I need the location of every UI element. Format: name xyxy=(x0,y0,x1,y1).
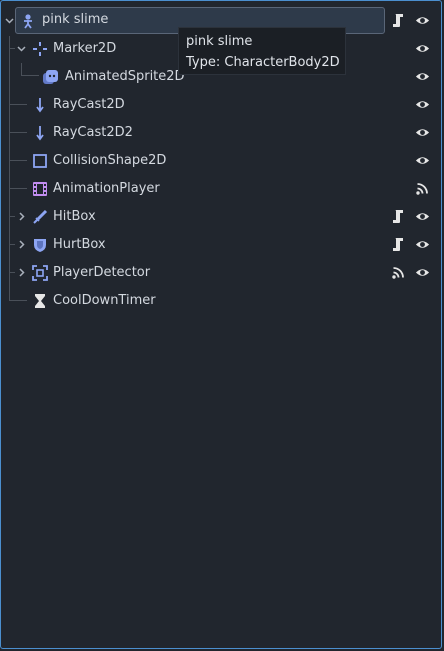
script-icon[interactable] xyxy=(391,209,406,224)
hurtbox-icon xyxy=(34,239,46,252)
node-label: CollisionShape2D xyxy=(53,153,167,168)
tree-row-animation-player[interactable]: AnimationPlayer xyxy=(1,175,443,203)
chevron-down-icon[interactable] xyxy=(4,15,15,26)
script-icon[interactable] xyxy=(391,13,406,28)
node-label: AnimationPlayer xyxy=(53,181,160,196)
visibility-eye-icon[interactable] xyxy=(415,125,430,140)
tree-row-raycast2d[interactable]: RayCast2D xyxy=(1,91,443,119)
node-label: Marker2D xyxy=(53,41,117,56)
node-label: PlayerDetector xyxy=(53,265,151,280)
visibility-eye-icon[interactable] xyxy=(415,237,430,252)
character-body-2d-icon xyxy=(24,14,32,29)
raycast2d-icon xyxy=(36,126,44,141)
visibility-eye-icon[interactable] xyxy=(415,265,430,280)
player-detector-icon xyxy=(32,265,48,281)
timer-icon xyxy=(35,294,45,308)
scene-tree-panel: pink slime Marker2D AnimatedSprite2D Ray… xyxy=(0,0,442,649)
node-label: HurtBox xyxy=(53,237,106,252)
tree-row-hitbox[interactable]: HitBox xyxy=(1,203,443,231)
visibility-eye-icon[interactable] xyxy=(415,209,430,224)
node-label: HitBox xyxy=(53,209,96,224)
visibility-eye-icon[interactable] xyxy=(415,69,430,84)
chevron-right-icon[interactable] xyxy=(16,267,27,278)
raycast2d-icon xyxy=(36,98,44,113)
signal-connections-icon[interactable] xyxy=(392,266,405,279)
visibility-eye-icon[interactable] xyxy=(415,41,430,56)
marker2d-icon xyxy=(33,42,47,56)
signal-connections-icon[interactable] xyxy=(416,182,429,195)
chevron-down-icon[interactable] xyxy=(16,43,27,54)
node-label: AnimatedSprite2D xyxy=(65,69,185,84)
animated-sprite2d-icon xyxy=(43,70,58,84)
tree-row-cooldown-timer[interactable]: CoolDownTimer xyxy=(1,287,443,315)
animation-player-icon xyxy=(33,182,47,196)
root-node-label: pink slime xyxy=(42,12,109,27)
tree-row-raycast2d2[interactable]: RayCast2D2 xyxy=(1,119,443,147)
script-icon[interactable] xyxy=(391,237,406,252)
tree-row-collision-shape2d[interactable]: CollisionShape2D xyxy=(1,147,443,175)
node-tooltip: pink slime Type: CharacterBody2D xyxy=(178,27,346,75)
chevron-right-icon[interactable] xyxy=(16,239,27,250)
tree-row-player-detector[interactable]: PlayerDetector xyxy=(1,259,443,287)
tooltip-node-type: Type: CharacterBody2D xyxy=(186,55,340,70)
visibility-eye-icon[interactable] xyxy=(415,13,430,28)
node-label: CoolDownTimer xyxy=(53,293,156,308)
visibility-eye-icon[interactable] xyxy=(415,97,430,112)
hitbox-icon xyxy=(33,209,48,224)
node-label: RayCast2D xyxy=(53,97,125,112)
tree-row-hurtbox[interactable]: HurtBox xyxy=(1,231,443,259)
tooltip-node-name: pink slime xyxy=(186,34,253,49)
chevron-right-icon[interactable] xyxy=(16,211,27,222)
collision-shape2d-icon xyxy=(33,154,47,168)
visibility-eye-icon[interactable] xyxy=(415,153,430,168)
node-label: RayCast2D2 xyxy=(53,125,133,140)
